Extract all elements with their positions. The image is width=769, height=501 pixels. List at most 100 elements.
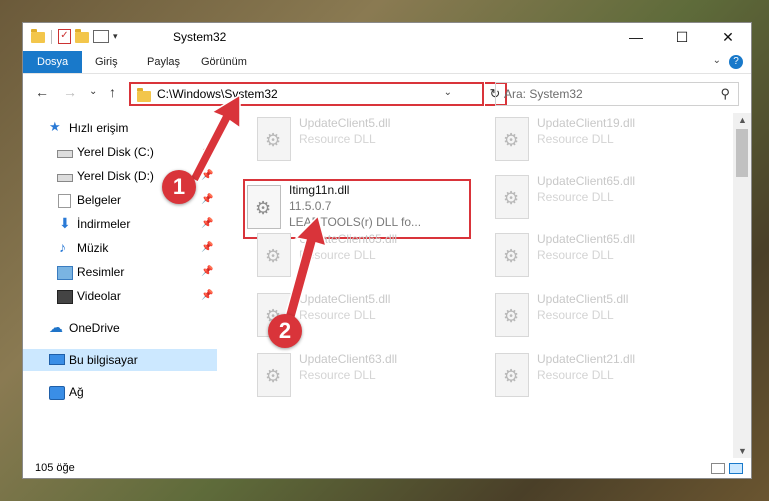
file-description: Resource DLL <box>299 308 376 322</box>
file-name: UpdateClient21.dll <box>537 352 636 366</box>
sidebar-item-network[interactable]: Ağ <box>23 381 217 403</box>
close-button[interactable]: ✕ <box>705 23 751 51</box>
minimize-button[interactable]: — <box>613 23 659 51</box>
drive-icon <box>57 150 73 158</box>
tab-view[interactable]: Görünüm <box>201 51 247 73</box>
step-2-badge: 2 <box>268 314 302 348</box>
address-dropdown-chevron-icon[interactable]: ⌄ <box>444 87 452 98</box>
file-description: Resource DLL <box>537 132 614 146</box>
forward-button[interactable]: → <box>63 84 77 100</box>
dll-file-icon: ⚙ <box>257 353 291 397</box>
recent-locations-chevron-icon[interactable]: ⌄ <box>89 86 97 97</box>
sidebar-item-label: Hızlı erişim <box>69 121 129 135</box>
sidebar-item-this-pc[interactable]: Bu bilgisayar <box>23 349 217 371</box>
file-item[interactable]: ⚙ UpdateClient5.dll Resource DLL <box>493 289 721 347</box>
pin-icon[interactable]: 📌 <box>201 141 213 163</box>
sidebar-item-downloads[interactable]: ⬇ İndirmeler 📌 <box>23 213 217 235</box>
large-icons-view-icon[interactable] <box>729 463 743 474</box>
pin-icon[interactable]: 📌 <box>201 165 213 187</box>
address-path: C:\Windows\System32 <box>157 87 278 101</box>
pin-icon[interactable]: 📌 <box>201 237 213 259</box>
star-icon: ★ <box>49 119 61 134</box>
sidebar-item-label: İndirmeler <box>77 217 131 231</box>
scroll-up-icon[interactable]: ▲ <box>738 115 747 125</box>
file-item[interactable]: ⚙ UpdateClient21.dll Resource DLL <box>493 349 721 407</box>
file-description: Resource DLL <box>299 368 376 382</box>
sidebar-item-label: Müzik <box>77 241 109 255</box>
tab-home[interactable]: Giriş <box>95 51 118 73</box>
pin-icon[interactable]: 📌 <box>201 213 213 235</box>
sidebar-item-music[interactable]: ♪ Müzik 📌 <box>23 237 217 259</box>
address-row: ← → ⌄ ↑ C:\Windows\System32 ⌄ ↻ Ara: Sys… <box>23 74 751 112</box>
sidebar-item-onedrive[interactable]: ☁ OneDrive <box>23 317 217 339</box>
file-item[interactable]: ⚙ UpdateClient65.dll Resource DLL <box>255 229 483 287</box>
pin-icon[interactable]: 📌 <box>201 261 213 283</box>
sidebar-item-quick-access[interactable]: ★ Hızlı erişim <box>23 117 217 139</box>
file-description: Resource DLL <box>299 248 376 262</box>
sidebar-item-label: Bu bilgisayar <box>69 353 138 367</box>
properties-icon[interactable] <box>93 30 109 43</box>
gear-icon: ⚙ <box>503 306 520 326</box>
pin-icon[interactable]: 📌 <box>201 285 213 307</box>
file-item[interactable]: ⚙ UpdateClient65.dll Resource DLL <box>493 171 721 229</box>
vertical-scrollbar[interactable]: ▲ ▼ <box>733 113 751 458</box>
collapse-ribbon-chevron-icon[interactable]: ⌄ <box>713 55 721 66</box>
maximize-button[interactable]: ☐ <box>659 23 705 51</box>
search-input[interactable]: Ara: System32 ⚲ <box>495 82 739 106</box>
address-bar[interactable]: C:\Windows\System32 ⌄ <box>129 82 484 106</box>
music-icon: ♪ <box>59 239 66 255</box>
dll-file-icon: ⚙ <box>495 293 529 337</box>
gear-icon: ⚙ <box>265 366 282 386</box>
sidebar-item-local-disk-c[interactable]: Yerel Disk (C:) 📌 <box>23 141 217 163</box>
dll-file-icon: ⚙ <box>495 353 529 397</box>
videos-icon <box>57 290 73 304</box>
file-list: ⚙ UpdateClient5.dll Resource DLL ⚙ Updat… <box>235 113 733 458</box>
file-item[interactable]: ⚙ UpdateClient19.dll Resource DLL <box>493 113 721 171</box>
sidebar-item-pictures[interactable]: Resimler 📌 <box>23 261 217 283</box>
file-description: Resource DLL <box>537 248 614 262</box>
folder-icon <box>31 29 45 43</box>
scrollbar-thumb[interactable] <box>736 129 748 177</box>
tab-file[interactable]: Dosya <box>23 51 83 73</box>
file-item[interactable]: ⚙ UpdateClient65.dll Resource DLL <box>493 229 721 287</box>
file-name: UpdateClient65.dll <box>537 232 636 246</box>
customize-toolbar-chevron-icon[interactable]: ▾ <box>113 31 118 42</box>
gear-icon: ⚙ <box>503 188 520 208</box>
up-button[interactable]: ↑ <box>109 84 116 100</box>
search-placeholder: Ara: System32 <box>504 87 583 101</box>
file-description: LEADTOOLS(r) DLL fo... <box>289 215 422 229</box>
file-name: UpdateClient19.dll <box>537 116 636 130</box>
gear-icon: ⚙ <box>503 246 520 266</box>
dll-file-icon: ⚙ <box>495 233 529 277</box>
dll-file-icon: ⚙ <box>257 117 291 161</box>
sidebar-item-label: Yerel Disk (D:) <box>77 169 154 183</box>
scroll-down-icon[interactable]: ▼ <box>738 446 747 456</box>
file-description: Resource DLL <box>537 368 614 382</box>
file-name: UpdateClient65.dll <box>299 232 398 246</box>
sidebar-item-videos[interactable]: Videolar 📌 <box>23 285 217 307</box>
tab-share[interactable]: Paylaş <box>147 51 180 73</box>
navigation-pane: ★ Hızlı erişim Yerel Disk (C:) 📌 Yerel D… <box>23 113 217 458</box>
back-button[interactable]: ← <box>35 84 49 100</box>
file-item[interactable]: ⚙ UpdateClient63.dll Resource DLL <box>255 349 483 407</box>
file-item[interactable]: ⚙ UpdateClient5.dll Resource DLL <box>255 113 483 171</box>
ribbon-tabs: Dosya Giriş Paylaş Görünüm ⌄ ? <box>23 51 751 74</box>
properties-check-icon[interactable]: ✓ <box>58 29 71 44</box>
item-count: 105 öğe <box>35 462 75 474</box>
file-name: Itimg11n.dll <box>289 183 350 197</box>
pin-icon[interactable]: 📌 <box>201 189 213 211</box>
new-folder-icon[interactable] <box>75 29 89 43</box>
help-icon[interactable]: ? <box>729 55 743 69</box>
gear-icon: ⚙ <box>265 130 282 150</box>
details-view-icon[interactable] <box>711 463 725 474</box>
dll-file-icon: ⚙ <box>257 233 291 277</box>
gear-icon: ⚙ <box>503 366 520 386</box>
network-icon <box>49 386 65 400</box>
sidebar-item-label: Belgeler <box>77 193 122 207</box>
documents-icon <box>58 194 71 208</box>
drive-icon <box>57 174 73 182</box>
dll-file-icon: ⚙ <box>247 185 281 229</box>
file-name: UpdateClient5.dll <box>537 292 629 306</box>
cloud-icon: ☁ <box>49 319 63 335</box>
sidebar-item-label: OneDrive <box>69 321 120 335</box>
